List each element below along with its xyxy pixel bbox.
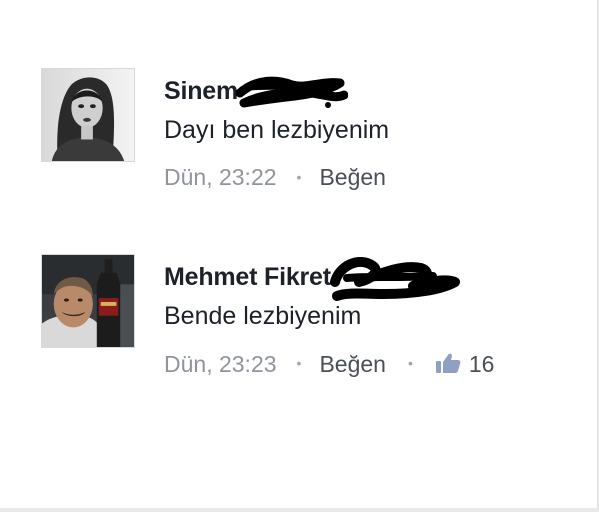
comment-timestamp[interactable]: Dün, 23:22 — [164, 164, 277, 191]
author-name[interactable]: Sinem — [164, 77, 238, 106]
thumbs-up-icon[interactable] — [435, 352, 461, 380]
like-button[interactable]: Beğen — [319, 351, 386, 378]
comment-text: Dayı ben lezbiyenim — [164, 116, 390, 144]
comment-timestamp[interactable]: Dün, 23:23 — [164, 351, 277, 378]
profile-photo-icon — [42, 69, 134, 161]
comment-text: Bende lezbiyenim — [164, 302, 362, 330]
comment-thread: Sinem Dayı ben lezbiyenim Dün, 23:22 • B… — [0, 0, 599, 512]
avatar[interactable] — [41, 68, 135, 162]
comment-meta: Dün, 23:22 • Beğen — [164, 164, 386, 191]
like-button[interactable]: Beğen — [319, 164, 386, 191]
separator-dot: • — [296, 355, 302, 371]
author-row: Mehmet Fikret — [164, 257, 461, 301]
like-count: 16 — [468, 350, 495, 377]
author-row: Sinem — [164, 74, 349, 108]
separator-dot: • — [296, 168, 302, 185]
avatar[interactable] — [41, 254, 135, 348]
comment-item: Mehmet Fikret Bende lezbiyenim Dün, 23:2… — [0, 250, 580, 380]
comment-item: Sinem Dayı ben lezbiyenim Dün, 23:22 • B… — [0, 64, 580, 194]
author-name[interactable]: Mehmet Fikret — [164, 263, 331, 292]
scribble-redaction-icon — [236, 76, 349, 108]
comment-meta: Dün, 23:23 • Beğen • 16 — [164, 350, 494, 378]
separator-dot: • — [407, 355, 413, 371]
profile-photo-icon — [42, 255, 134, 347]
scribble-redaction-icon — [329, 257, 460, 301]
